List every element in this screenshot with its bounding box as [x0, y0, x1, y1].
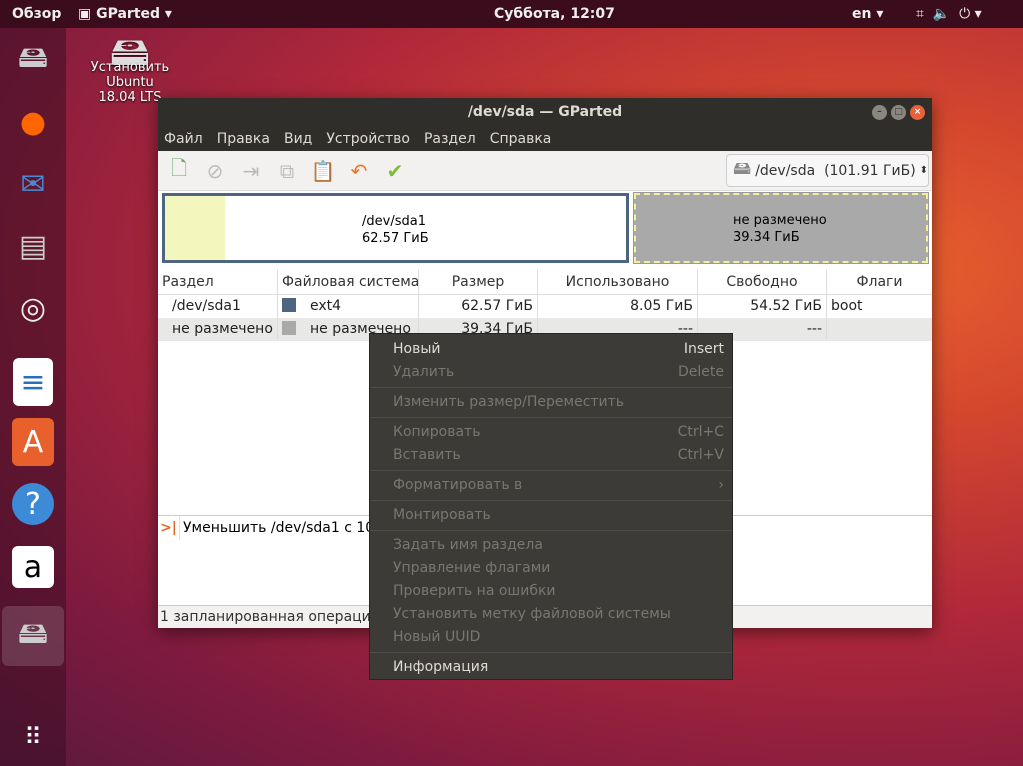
- new-partition-icon[interactable]: 🗋: [166, 156, 192, 184]
- context-menu-item[interactable]: Удалить Delete: [370, 361, 732, 384]
- gparted-icon: ▣: [78, 6, 97, 22]
- apply-icon[interactable]: ✔: [382, 158, 408, 184]
- context-menu: Новый Insert Удалить Delete Изменить размер/…: [369, 333, 733, 680]
- dock-software-icon[interactable]: A: [12, 418, 54, 466]
- installer-icon: 🖴: [109, 29, 151, 75]
- menu-device[interactable]: Устройство: [326, 127, 410, 151]
- network-icon: ⌗: [916, 6, 924, 22]
- minimize-button[interactable]: –: [872, 105, 887, 120]
- undo-icon[interactable]: ↶: [346, 158, 372, 184]
- resize-icon[interactable]: ⇥: [238, 158, 264, 184]
- dock: 🖴 ● ✉ ▤ ◎ ≡ A ? a 🖴 ⠿: [0, 28, 66, 766]
- context-menu-item[interactable]: Проверить на ошибки: [370, 580, 732, 603]
- menu-view[interactable]: Вид: [284, 127, 312, 151]
- shrink-icon: >|: [158, 516, 180, 540]
- language-indicator[interactable]: en ▾: [852, 6, 883, 22]
- dock-help-icon[interactable]: ?: [12, 483, 54, 525]
- menu-partition[interactable]: Раздел: [424, 127, 476, 151]
- menu-edit[interactable]: Правка: [217, 127, 270, 151]
- context-menu-item[interactable]: Установить метку файловой системы: [370, 603, 732, 626]
- col-used[interactable]: Использовано: [538, 270, 698, 294]
- activities-button[interactable]: Обзор: [12, 6, 61, 22]
- dock-firefox-icon[interactable]: ●: [9, 98, 57, 146]
- col-flags[interactable]: Флаги: [827, 270, 932, 294]
- menu-separator: [370, 652, 732, 653]
- harddisk-icon: 🖴: [733, 157, 752, 179]
- col-free[interactable]: Свободно: [698, 270, 827, 294]
- dock-installer-icon[interactable]: 🖴: [9, 36, 57, 84]
- dock-rhythmbox-icon[interactable]: ◎: [9, 284, 57, 332]
- desktop-icon-installer[interactable]: 🖴 Установить Ubuntu 18.04 LTS: [90, 29, 170, 105]
- delete-icon[interactable]: ⊘: [202, 158, 228, 184]
- dock-gparted-icon[interactable]: 🖴: [2, 606, 64, 666]
- menu-separator: [370, 470, 732, 471]
- context-menu-item[interactable]: Изменить размер/Переместить: [370, 391, 732, 414]
- context-menu-item[interactable]: Монтировать: [370, 504, 732, 527]
- disk-graph: /dev/sda1 62.57 ГиБ не размечено 39.34 ГиБ: [162, 192, 929, 264]
- power-icon: ⏻: [959, 6, 971, 22]
- used-space-bar: [165, 196, 225, 260]
- table-header: Раздел Файловая система Размер Использов…: [158, 270, 932, 295]
- context-menu-item[interactable]: Форматировать в ›: [370, 474, 732, 497]
- toolbar: 🗋 ⊘ ⇥ ⧉ 📋 ↶ ✔ 🖴 /dev/sda (101.91 ГиБ) ⬍: [158, 151, 932, 191]
- menu-bar: Файл Правка Вид Устройство Раздел Справк…: [158, 127, 932, 151]
- context-menu-item[interactable]: Вставить Ctrl+V: [370, 444, 732, 467]
- graph-unallocated[interactable]: не размечено 39.34 ГиБ: [633, 192, 929, 264]
- context-menu-item[interactable]: Новый Insert: [370, 338, 732, 361]
- close-button[interactable]: ×: [910, 105, 925, 120]
- dock-thunderbird-icon[interactable]: ✉: [9, 160, 57, 208]
- dock-files-icon[interactable]: ▤: [9, 222, 57, 270]
- dock-amazon-icon[interactable]: a: [12, 546, 54, 588]
- fs-color-swatch: [282, 321, 296, 335]
- menu-help[interactable]: Справка: [490, 127, 552, 151]
- system-tray[interactable]: ⌗ 🔈 ⏻ ▾: [916, 6, 982, 22]
- col-partition[interactable]: Раздел: [158, 270, 278, 294]
- context-menu-item[interactable]: Информация: [370, 656, 732, 679]
- spinner-arrows-icon: ⬍: [919, 165, 929, 176]
- show-apps-icon[interactable]: ⠿: [9, 713, 57, 761]
- title-bar[interactable]: /dev/sda — GParted – □ ×: [158, 98, 932, 127]
- menu-separator: [370, 500, 732, 501]
- top-bar: Обзор ▣ GParted ▾ Суббота, 12:07 en ▾ ⌗ …: [0, 0, 1023, 28]
- context-menu-item[interactable]: Управление флагами: [370, 557, 732, 580]
- menu-file[interactable]: Файл: [164, 127, 203, 151]
- copy-icon[interactable]: ⧉: [274, 158, 300, 184]
- dock-writer-icon[interactable]: ≡: [13, 358, 53, 406]
- device-selector[interactable]: 🖴 /dev/sda (101.91 ГиБ) ⬍: [726, 154, 929, 187]
- clock[interactable]: Суббота, 12:07: [494, 6, 615, 22]
- context-menu-item[interactable]: Задать имя раздела: [370, 534, 732, 557]
- maximize-button[interactable]: □: [891, 105, 906, 120]
- context-menu-item[interactable]: Копировать Ctrl+C: [370, 421, 732, 444]
- volume-icon: 🔈: [932, 6, 951, 22]
- col-filesystem[interactable]: Файловая система: [278, 270, 419, 294]
- graph-partition-sda1[interactable]: /dev/sda1 62.57 ГиБ: [162, 193, 629, 263]
- app-menu[interactable]: ▣ GParted ▾: [78, 6, 172, 22]
- paste-icon[interactable]: 📋: [310, 158, 336, 184]
- col-size[interactable]: Размер: [419, 270, 538, 294]
- fs-color-swatch: [282, 298, 296, 312]
- context-menu-item[interactable]: Новый UUID: [370, 626, 732, 649]
- menu-separator: [370, 387, 732, 388]
- table-row[interactable]: /dev/sda1 ext4 62.57 ГиБ 8.05 ГиБ 54.52 …: [158, 295, 932, 318]
- menu-separator: [370, 417, 732, 418]
- menu-separator: [370, 530, 732, 531]
